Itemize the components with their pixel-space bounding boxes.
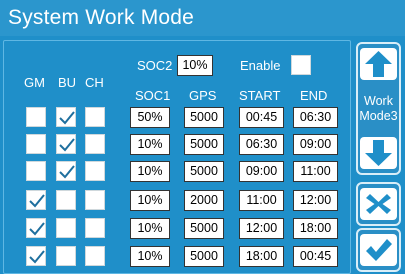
row-3-ch-checkbox[interactable]	[85, 161, 105, 181]
row-5-start-input[interactable]: 12:00	[239, 218, 284, 239]
mode-down-button[interactable]	[360, 137, 397, 169]
header-start: START	[239, 88, 281, 103]
confirm-icon-box	[360, 234, 397, 266]
row-5-ch-checkbox[interactable]	[85, 218, 105, 238]
row-3-bu-checkbox[interactable]	[56, 161, 76, 181]
row-1-soc1-input[interactable]: 50%	[130, 107, 170, 128]
row-4-start-input[interactable]: 11:00	[239, 190, 284, 211]
row-1-end-input[interactable]: 06:30	[293, 107, 338, 128]
row-3-gm-checkbox[interactable]	[26, 161, 46, 181]
row-3-soc1-input[interactable]: 10%	[130, 161, 170, 182]
row-2-gps-input[interactable]: 5000	[184, 134, 224, 155]
header-bu: BU	[58, 75, 77, 90]
row-5-soc1-input[interactable]: 10%	[130, 218, 170, 239]
check-icon	[366, 239, 392, 261]
screen: System Work Mode SOC2 10% Enable GM BU C…	[0, 0, 405, 274]
row-5-bu-checkbox[interactable]	[56, 218, 76, 238]
work-mode-line2: Mode3	[359, 109, 398, 123]
row-1-gps-input[interactable]: 5000	[184, 107, 224, 128]
row-6-bu-checkbox[interactable]	[56, 246, 76, 266]
header-soc1: SOC1	[135, 88, 171, 103]
arrow-up-icon	[365, 51, 392, 77]
row-4-bu-checkbox[interactable]	[56, 190, 76, 210]
cancel-button[interactable]	[356, 182, 401, 226]
row-2-ch-checkbox[interactable]	[85, 134, 105, 154]
row-2-start-input[interactable]: 06:30	[239, 134, 284, 155]
row-3-end-input[interactable]: 11:00	[293, 161, 338, 182]
row-4-end-input[interactable]: 12:00	[293, 190, 338, 211]
row-6-soc1-input[interactable]: 10%	[130, 246, 170, 267]
confirm-button[interactable]	[356, 228, 401, 272]
row-6-gps-input[interactable]: 5000	[184, 246, 224, 267]
row-3-gps-input[interactable]: 5000	[184, 161, 224, 182]
row-6-end-input[interactable]: 00:45	[293, 246, 338, 267]
enable-label: Enable	[240, 58, 281, 73]
soc2-input[interactable]: 10%	[177, 55, 213, 76]
row-6-gm-checkbox[interactable]	[26, 246, 46, 266]
row-4-gm-checkbox[interactable]	[26, 190, 46, 210]
row-2-bu-checkbox[interactable]	[56, 134, 76, 154]
mode-selector: Work Mode3	[356, 42, 401, 175]
header-gps: GPS	[189, 88, 217, 103]
row-1-start-input[interactable]: 00:45	[239, 107, 284, 128]
row-2-soc1-input[interactable]: 10%	[130, 134, 170, 155]
row-1-bu-checkbox[interactable]	[56, 107, 76, 127]
header-end: END	[300, 88, 328, 103]
page-title: System Work Mode	[8, 6, 195, 29]
row-5-gm-checkbox[interactable]	[26, 218, 46, 238]
row-1-ch-checkbox[interactable]	[85, 107, 105, 127]
row-2-gm-checkbox[interactable]	[26, 134, 46, 154]
title-bar: System Work Mode	[0, 0, 405, 36]
close-icon	[366, 194, 391, 214]
row-1-gm-checkbox[interactable]	[26, 107, 46, 127]
header-ch: CH	[85, 75, 104, 90]
row-5-gps-input[interactable]: 5000	[184, 218, 224, 239]
mode-up-button[interactable]	[360, 48, 397, 80]
arrow-down-icon	[365, 140, 392, 166]
row-4-ch-checkbox[interactable]	[85, 190, 105, 210]
row-6-ch-checkbox[interactable]	[85, 246, 105, 266]
enable-checkbox[interactable]	[291, 55, 311, 75]
cancel-icon-box	[360, 188, 397, 220]
work-mode-line1: Work	[364, 94, 393, 108]
header-gm: GM	[24, 75, 45, 90]
row-3-start-input[interactable]: 09:00	[239, 161, 284, 182]
soc2-label: SOC2	[137, 58, 173, 73]
row-2-end-input[interactable]: 09:00	[293, 134, 338, 155]
row-6-start-input[interactable]: 18:00	[239, 246, 284, 267]
row-4-gps-input[interactable]: 2000	[184, 190, 224, 211]
row-4-soc1-input[interactable]: 10%	[130, 190, 170, 211]
row-5-end-input[interactable]: 18:00	[293, 218, 338, 239]
